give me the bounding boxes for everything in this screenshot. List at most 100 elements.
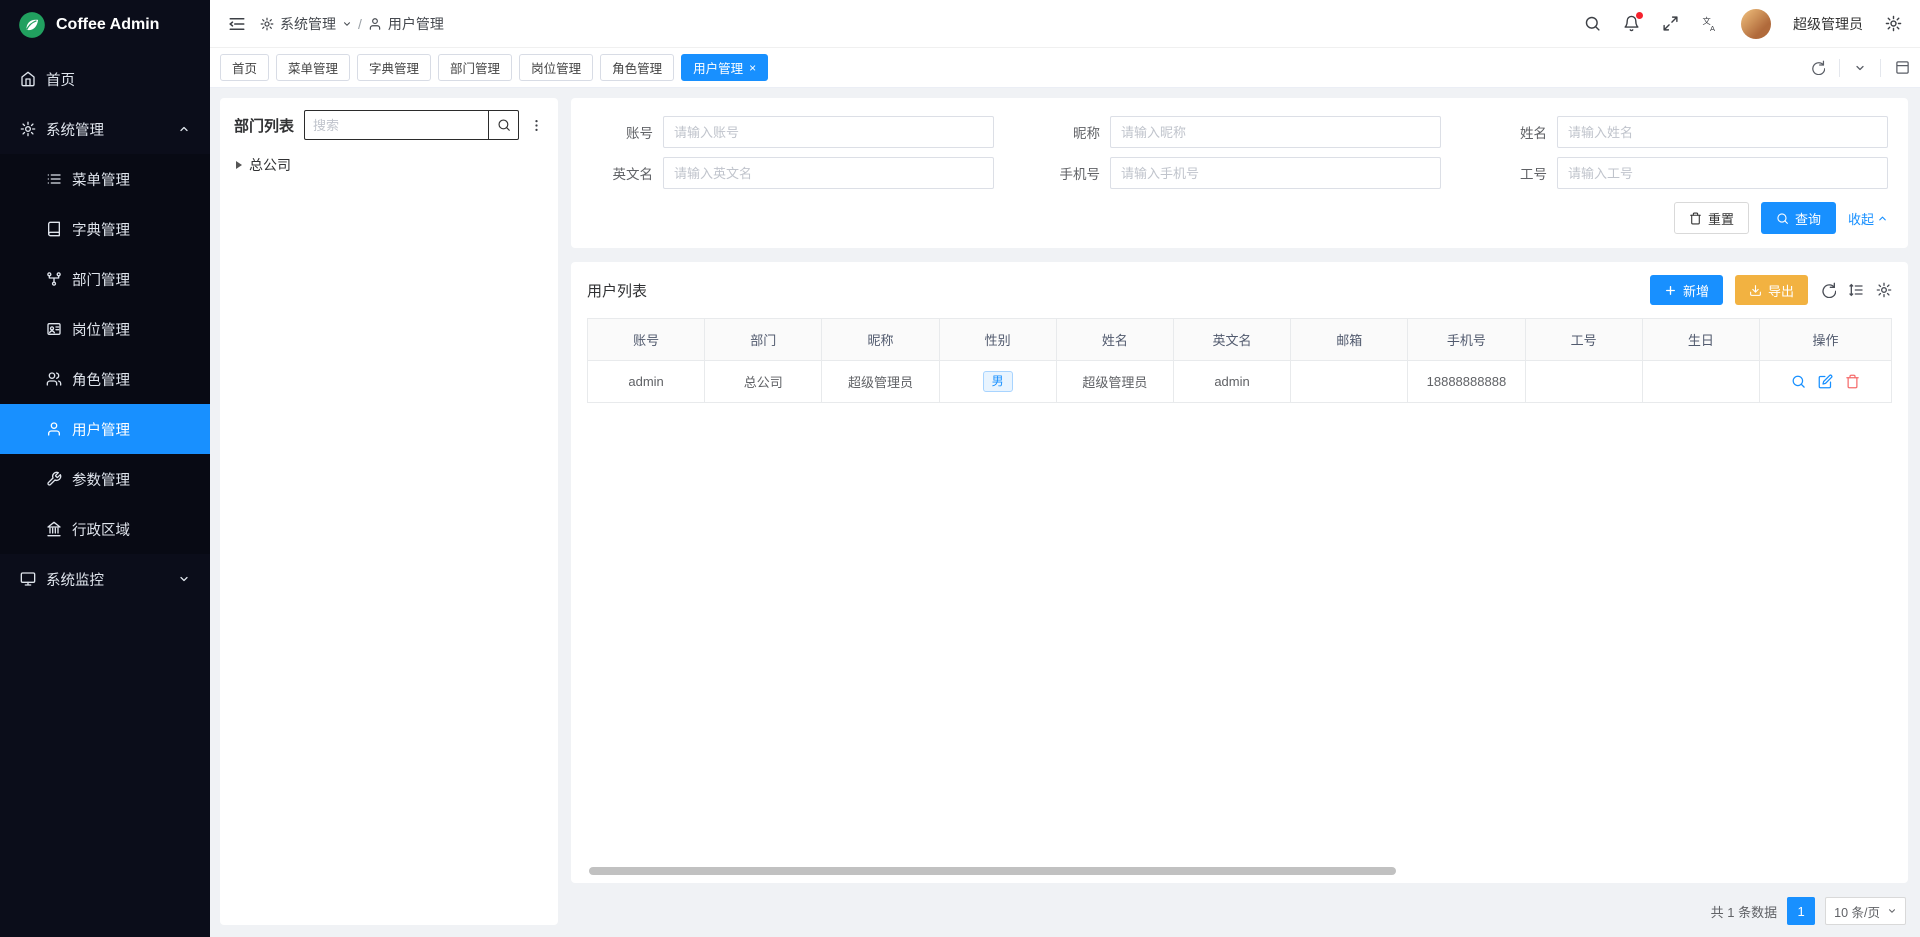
gear-icon (1885, 15, 1902, 32)
plus-icon (1664, 284, 1677, 297)
tree-node-root[interactable]: 总公司 (234, 152, 544, 178)
cell-actions (1760, 361, 1892, 403)
field-phone: 手机号 (1038, 157, 1441, 189)
content-fullscreen-button[interactable] (1895, 60, 1910, 75)
sidebar-item-user-mgmt[interactable]: 用户管理 (0, 404, 210, 454)
column-header-actions: 操作 (1760, 319, 1892, 361)
sidebar-item-role-mgmt[interactable]: 角色管理 (0, 354, 210, 404)
sidebar-item-dept-mgmt[interactable]: 部门管理 (0, 254, 210, 304)
page-size-value: 10 条/页 (1834, 902, 1880, 921)
sidebar-item-param-mgmt[interactable]: 参数管理 (0, 454, 210, 504)
cell-name: 超级管理员 (1056, 361, 1173, 403)
column-settings-button[interactable] (1876, 282, 1892, 298)
view-user-button[interactable] (1791, 374, 1806, 389)
tab-label: 岗位管理 (531, 58, 581, 77)
edit-user-button[interactable] (1818, 374, 1833, 389)
sidebar-item-post-mgmt[interactable]: 岗位管理 (0, 304, 210, 354)
add-user-button[interactable]: 新增 (1650, 275, 1723, 305)
dept-more-button[interactable] (529, 118, 544, 133)
account-input[interactable] (663, 116, 994, 148)
sidebar-item-home[interactable]: 首页 (0, 54, 210, 104)
tab-dept-mgmt[interactable]: 部门管理 (438, 54, 512, 81)
en-name-input[interactable] (663, 157, 994, 189)
dept-search-button[interactable] (488, 111, 518, 139)
sidebar-item-menu-mgmt[interactable]: 菜单管理 (0, 154, 210, 204)
sidebar-item-label: 行政区域 (72, 519, 190, 540)
row-height-button[interactable] (1848, 282, 1864, 298)
column-header: 昵称 (822, 319, 939, 361)
tab-label: 用户管理 (693, 58, 743, 77)
tab-label: 首页 (232, 58, 257, 77)
cell-job-no (1525, 361, 1642, 403)
breadcrumb-level1-label[interactable]: 系统管理 (280, 14, 336, 34)
maximize-icon (1895, 60, 1910, 75)
export-button[interactable]: 导出 (1735, 275, 1808, 305)
page-content: 部门列表 总公司 (210, 88, 1920, 937)
field-en-name: 英文名 (591, 157, 994, 189)
cell-phone: 18888888888 (1408, 361, 1525, 403)
sidebar-item-label: 菜单管理 (72, 169, 190, 190)
user-avatar[interactable] (1741, 9, 1771, 39)
landmark-icon (46, 521, 62, 537)
breadcrumb-level1[interactable] (260, 17, 274, 31)
reset-button[interactable]: 重置 (1674, 202, 1749, 234)
name-input[interactable] (1557, 116, 1888, 148)
user-list-title: 用户列表 (587, 280, 647, 301)
chevron-down-icon (1887, 906, 1897, 916)
sidebar-item-system-monitor[interactable]: 系统监控 (0, 554, 210, 604)
topbar-right: 文A 超级管理员 (1584, 9, 1902, 39)
tab-home[interactable]: 首页 (220, 54, 269, 81)
notifications-button[interactable] (1623, 15, 1640, 32)
search-button[interactable] (1584, 15, 1601, 32)
column-header: 姓名 (1056, 319, 1173, 361)
refresh-icon (1810, 60, 1825, 75)
tab-menu-mgmt[interactable]: 菜单管理 (276, 54, 350, 81)
language-button[interactable]: 文A (1701, 15, 1719, 33)
tab-post-mgmt[interactable]: 岗位管理 (519, 54, 593, 81)
tab-close-icon[interactable]: × (749, 62, 756, 74)
tab-role-mgmt[interactable]: 角色管理 (600, 54, 674, 81)
nickname-input[interactable] (1110, 116, 1441, 148)
query-button-label: 查询 (1795, 209, 1821, 228)
collapse-sidebar-button[interactable] (228, 15, 246, 33)
search-form-actions: 重置 查询 收起 (591, 202, 1888, 234)
current-username[interactable]: 超级管理员 (1793, 14, 1863, 34)
id-badge-icon (46, 321, 62, 337)
sidebar-item-system-mgmt[interactable]: 系统管理 (0, 104, 210, 154)
add-button-label: 新增 (1683, 281, 1709, 300)
edit-icon (1818, 374, 1833, 389)
tab-dict-mgmt[interactable]: 字典管理 (357, 54, 431, 81)
fullscreen-button[interactable] (1662, 15, 1679, 32)
job-no-input[interactable] (1557, 157, 1888, 189)
column-header: 英文名 (1173, 319, 1290, 361)
scrollbar-thumb[interactable] (589, 867, 1396, 875)
sidebar-item-admin-region[interactable]: 行政区域 (0, 504, 210, 554)
tab-actions-dropdown[interactable] (1854, 62, 1866, 74)
page-button-1[interactable]: 1 (1787, 897, 1815, 925)
phone-input[interactable] (1110, 157, 1441, 189)
sidebar-item-label: 用户管理 (72, 419, 190, 440)
table-row[interactable]: admin 总公司 超级管理员 男 超级管理员 admin 1888888888… (588, 361, 1892, 403)
tab-label: 部门管理 (450, 58, 500, 77)
reset-button-label: 重置 (1708, 209, 1734, 228)
query-button[interactable]: 查询 (1761, 202, 1836, 234)
coffee-logo-icon (18, 11, 46, 39)
export-button-label: 导出 (1768, 281, 1794, 300)
dept-search-input[interactable] (305, 118, 488, 133)
caret-right-icon[interactable] (236, 161, 242, 169)
column-header: 性别 (939, 319, 1056, 361)
page-size-select[interactable]: 10 条/页 (1825, 897, 1906, 925)
refresh-tab-button[interactable] (1810, 60, 1825, 75)
line-height-icon (1848, 282, 1864, 298)
delete-user-button[interactable] (1845, 374, 1860, 389)
collapse-form-link[interactable]: 收起 (1848, 209, 1888, 228)
trash-icon (1845, 374, 1860, 389)
breadcrumb-level2-label: 用户管理 (388, 14, 444, 34)
sidebar-item-dict-mgmt[interactable]: 字典管理 (0, 204, 210, 254)
list-icon (46, 171, 62, 187)
column-header: 手机号 (1408, 319, 1525, 361)
refresh-list-button[interactable] (1820, 282, 1836, 298)
settings-button[interactable] (1885, 15, 1902, 32)
cell-email (1291, 361, 1408, 403)
tab-user-mgmt[interactable]: 用户管理 × (681, 54, 768, 81)
